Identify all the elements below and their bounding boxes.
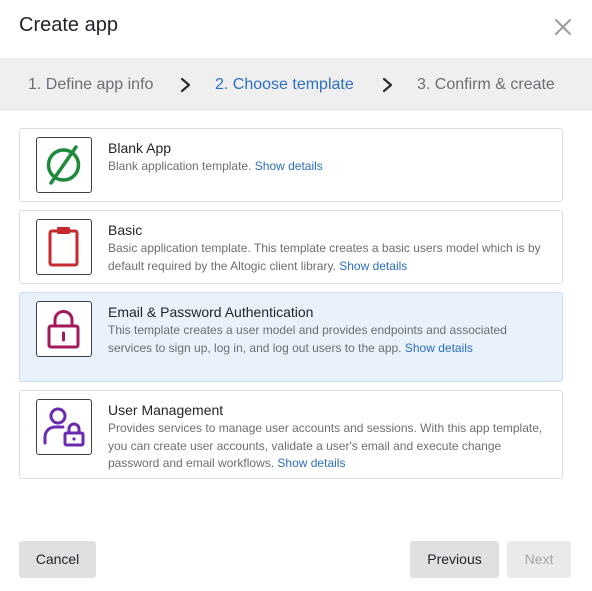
template-card-user-management[interactable]: User Management Provides services to man… — [19, 390, 563, 479]
template-card-blank-app[interactable]: Blank App Blank application template. Sh… — [19, 128, 563, 202]
template-title: Basic — [108, 222, 143, 238]
step-choose-template: 2. Choose template — [215, 76, 354, 93]
template-description: Basic application template. This templat… — [108, 241, 541, 273]
lock-icon — [36, 301, 92, 357]
show-details-link[interactable]: Show details — [255, 159, 323, 173]
template-title: User Management — [108, 402, 224, 418]
clipboard-icon — [36, 219, 92, 275]
empty-set-icon — [36, 137, 92, 193]
template-card-basic[interactable]: Basic Basic application template. This t… — [19, 210, 563, 284]
stepper: 1. Define app info 2. Choose template 3.… — [0, 58, 592, 111]
show-details-link[interactable]: Show details — [405, 341, 473, 355]
previous-button[interactable]: Previous — [410, 541, 499, 578]
template-description: This template creates a user model and p… — [108, 323, 507, 355]
chevron-right-icon — [180, 77, 191, 93]
step-confirm-create: 3. Confirm & create — [417, 76, 555, 93]
step-define-app-info: 1. Define app info — [28, 76, 154, 93]
dialog-title: Create app — [19, 14, 118, 36]
show-details-link[interactable]: Show details — [277, 456, 345, 470]
template-title: Blank App — [108, 140, 172, 156]
template-title: Email & Password Authentication — [108, 304, 314, 320]
template-card-email-password-auth[interactable]: Email & Password Authentication This tem… — [19, 292, 563, 382]
cancel-button[interactable]: Cancel — [19, 541, 96, 578]
next-button: Next — [507, 541, 571, 578]
show-details-link[interactable]: Show details — [339, 259, 407, 273]
dialog-header: Create app — [0, 0, 592, 58]
close-icon[interactable] — [551, 15, 575, 39]
user-lock-icon — [36, 399, 92, 455]
template-description: Blank application template. Show details — [108, 159, 323, 173]
chevron-right-icon — [382, 77, 393, 93]
template-description: Provides services to manage user account… — [108, 421, 543, 470]
